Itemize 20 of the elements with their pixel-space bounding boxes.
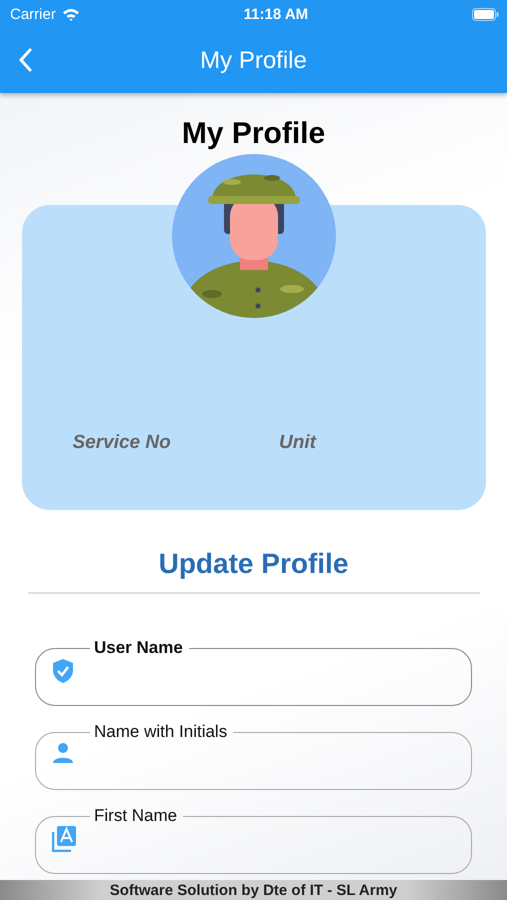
text-field[interactable]: Name with Initials: [35, 722, 472, 790]
clock-time: 11:18 AM: [244, 6, 308, 22]
app-bar-title: My Profile: [200, 46, 307, 74]
font-icon: [52, 826, 76, 852]
page-heading: My Profile: [182, 117, 326, 151]
shield-check-icon: [52, 658, 74, 684]
person-icon: [52, 742, 74, 764]
back-chevron-icon: [18, 48, 32, 72]
carrier-label: Carrier: [10, 6, 56, 22]
battery-icon: [472, 8, 499, 20]
text-field[interactable]: First Name: [35, 806, 472, 874]
footer-text: Software Solution by Dte of IT - SL Army: [110, 882, 398, 898]
wifi-icon: [62, 8, 80, 20]
field-label: Name with Initials: [93, 722, 228, 742]
field-label: User Name: [93, 638, 184, 658]
field-label: First Name: [93, 806, 178, 826]
card-label: Unit: [279, 432, 318, 454]
section-title: Update Profile: [158, 548, 348, 580]
card-label: Service No: [72, 432, 172, 454]
text-field[interactable]: User Name: [35, 638, 472, 706]
